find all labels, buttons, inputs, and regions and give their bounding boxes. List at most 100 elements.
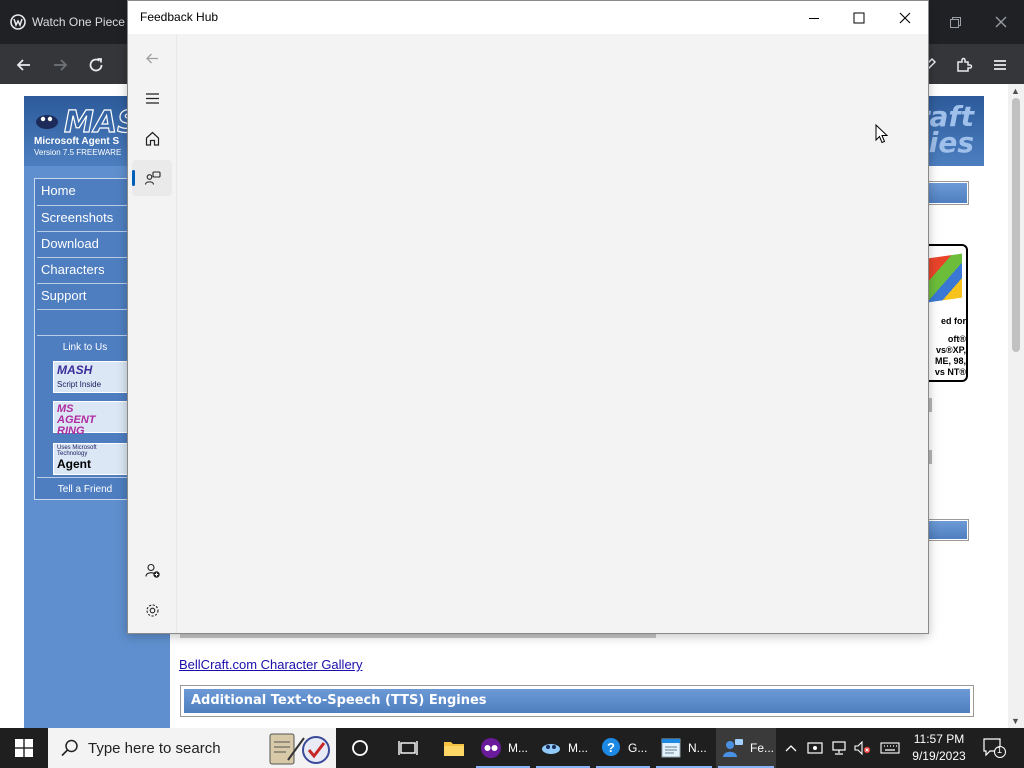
forward-arrow-icon [54, 59, 68, 71]
tray-device-icon [807, 742, 823, 754]
site-favicon-icon [10, 14, 26, 30]
svg-text:?: ? [607, 740, 615, 755]
network-icon [832, 741, 846, 755]
site-nav: Home Screenshots Download Characters Sup… [34, 178, 134, 500]
file-explorer-button[interactable] [436, 728, 472, 768]
nav-selected-indicator [132, 170, 135, 186]
nav-add-account-button[interactable] [132, 552, 172, 588]
menu-lines-icon [994, 60, 1006, 70]
taskbar: Type here to search M... M... ? G... N..… [0, 728, 1024, 768]
hamburger-menu-icon [145, 92, 159, 104]
character-gallery-link[interactable]: BellCraft.com Character Gallery [179, 657, 363, 672]
restore-icon [949, 16, 961, 28]
taskbar-app-2-label: M... [568, 741, 588, 755]
notification-icon [983, 738, 1006, 758]
taskbar-app-1-label: M... [508, 741, 528, 755]
windows-start-icon [15, 739, 33, 757]
taskbar-search-box[interactable]: Type here to search [48, 728, 336, 768]
agent-badge-subtitle: Uses Microsoft Technology [57, 445, 97, 457]
scroll-down-arrow-icon[interactable]: ▼ [1011, 716, 1020, 726]
link-to-us-label: Link to Us [37, 335, 133, 359]
uses-agent-badge[interactable]: Uses Microsoft Technology Agent [53, 443, 129, 475]
nav-back-button[interactable] [132, 40, 172, 76]
tray-security-button[interactable] [806, 739, 824, 757]
notification-center-button[interactable]: 1 [982, 737, 1006, 759]
mash-badge[interactable]: MASH Script Inside [53, 361, 129, 393]
tell-a-friend-link[interactable]: Tell a Friend [37, 477, 133, 501]
taskbar-app-4[interactable]: N... [654, 728, 714, 768]
feedback-hub-titlebar: Feedback Hub [128, 1, 928, 34]
search-highlight-illustration-icon [269, 733, 330, 765]
mas-logo: MAS [36, 104, 134, 138]
cortana-button[interactable] [342, 728, 378, 768]
agent-badge-title: Agent [57, 457, 91, 471]
clock-date: 9/19/2023 [912, 749, 966, 763]
ms-agent-ring-badge[interactable]: MS AGENT RING [53, 401, 129, 437]
taskbar-app-5[interactable]: Fe... [716, 728, 776, 768]
close-button[interactable] [885, 5, 925, 31]
add-account-icon [144, 563, 160, 578]
task-view-button[interactable] [390, 728, 426, 768]
minimize-button[interactable] [794, 5, 834, 31]
back-arrow-icon [145, 53, 158, 63]
taskbar-app-3[interactable]: ? G... [594, 728, 652, 768]
nav-feedback-button[interactable] [132, 160, 172, 196]
browser-forward-button[interactable] [47, 52, 73, 78]
back-arrow-icon [16, 59, 30, 71]
feedback-hub-nav [128, 34, 176, 633]
browser-extensions-button[interactable] [951, 52, 977, 78]
taskbar-clock[interactable]: 11:57 PM 9/19/2023 [906, 731, 972, 765]
nav-download-link[interactable]: Download [37, 231, 133, 255]
browser-tab-title: Watch One Piece E [32, 15, 128, 29]
feedback-hub-window: Feedback Hub [127, 0, 929, 634]
show-hidden-icons-button[interactable] [782, 739, 800, 757]
tray-keyboard-button[interactable] [880, 739, 900, 757]
task-view-icon [398, 741, 418, 755]
scroll-up-arrow-icon[interactable]: ▲ [1011, 86, 1020, 96]
mash-badge-subtitle: Script Inside [57, 380, 102, 389]
nav-home-button[interactable] [132, 120, 172, 156]
maximize-icon [853, 12, 865, 24]
browser-restore-button[interactable] [940, 8, 970, 36]
nav-characters-link[interactable]: Characters [37, 257, 133, 281]
agent-app-icon [542, 744, 560, 754]
home-icon [145, 131, 159, 146]
mouse-cursor-icon [875, 124, 889, 144]
chevron-up-icon [785, 745, 797, 752]
ring-badge-title: MS AGENT RING [57, 403, 96, 437]
taskbar-app-3-label: G... [628, 741, 648, 755]
browser-reload-button[interactable] [83, 52, 109, 78]
section-bar-2 [927, 519, 969, 541]
browser-back-button[interactable] [11, 52, 37, 78]
tts-section-header: Additional Text-to-Speech (TTS) Engines [184, 689, 970, 713]
help-app-icon: ? [602, 738, 620, 756]
page-scrollbar[interactable]: ▲ ▼ [1008, 84, 1024, 728]
feedback-icon [144, 170, 161, 185]
minimize-icon [809, 18, 819, 19]
nav-menu-button[interactable] [132, 80, 172, 116]
mash-badge-title: MASH [57, 363, 93, 377]
tray-network-button[interactable] [830, 739, 848, 757]
nav-home-link[interactable]: Home [37, 179, 133, 203]
browser-tab[interactable]: Watch One Piece E [0, 0, 128, 44]
scrollbar-thumb[interactable] [1012, 98, 1020, 352]
volume-muted-icon [854, 741, 871, 755]
start-button[interactable] [0, 728, 48, 768]
nav-settings-button[interactable] [132, 592, 172, 628]
nav-support-link[interactable]: Support [37, 283, 133, 307]
taskbar-app-4-label: N... [688, 741, 707, 755]
taskbar-app-1[interactable]: M... [474, 728, 532, 768]
windows-flag-icon [928, 253, 962, 303]
taskbar-app-2[interactable]: M... [534, 728, 592, 768]
tray-volume-button[interactable] [854, 739, 872, 757]
browser-menu-button[interactable] [987, 52, 1013, 78]
maximize-button[interactable] [839, 5, 879, 31]
nav-screenshots-link[interactable]: Screenshots [37, 205, 133, 229]
svg-text:MAS: MAS [64, 105, 134, 138]
file-explorer-folder-icon [444, 742, 464, 756]
section-bar-1 [927, 181, 969, 205]
notepad-app-icon [661, 738, 681, 758]
browser-close-button[interactable] [986, 8, 1016, 36]
search-icon [61, 739, 78, 757]
puzzle-extension-icon [957, 57, 973, 72]
